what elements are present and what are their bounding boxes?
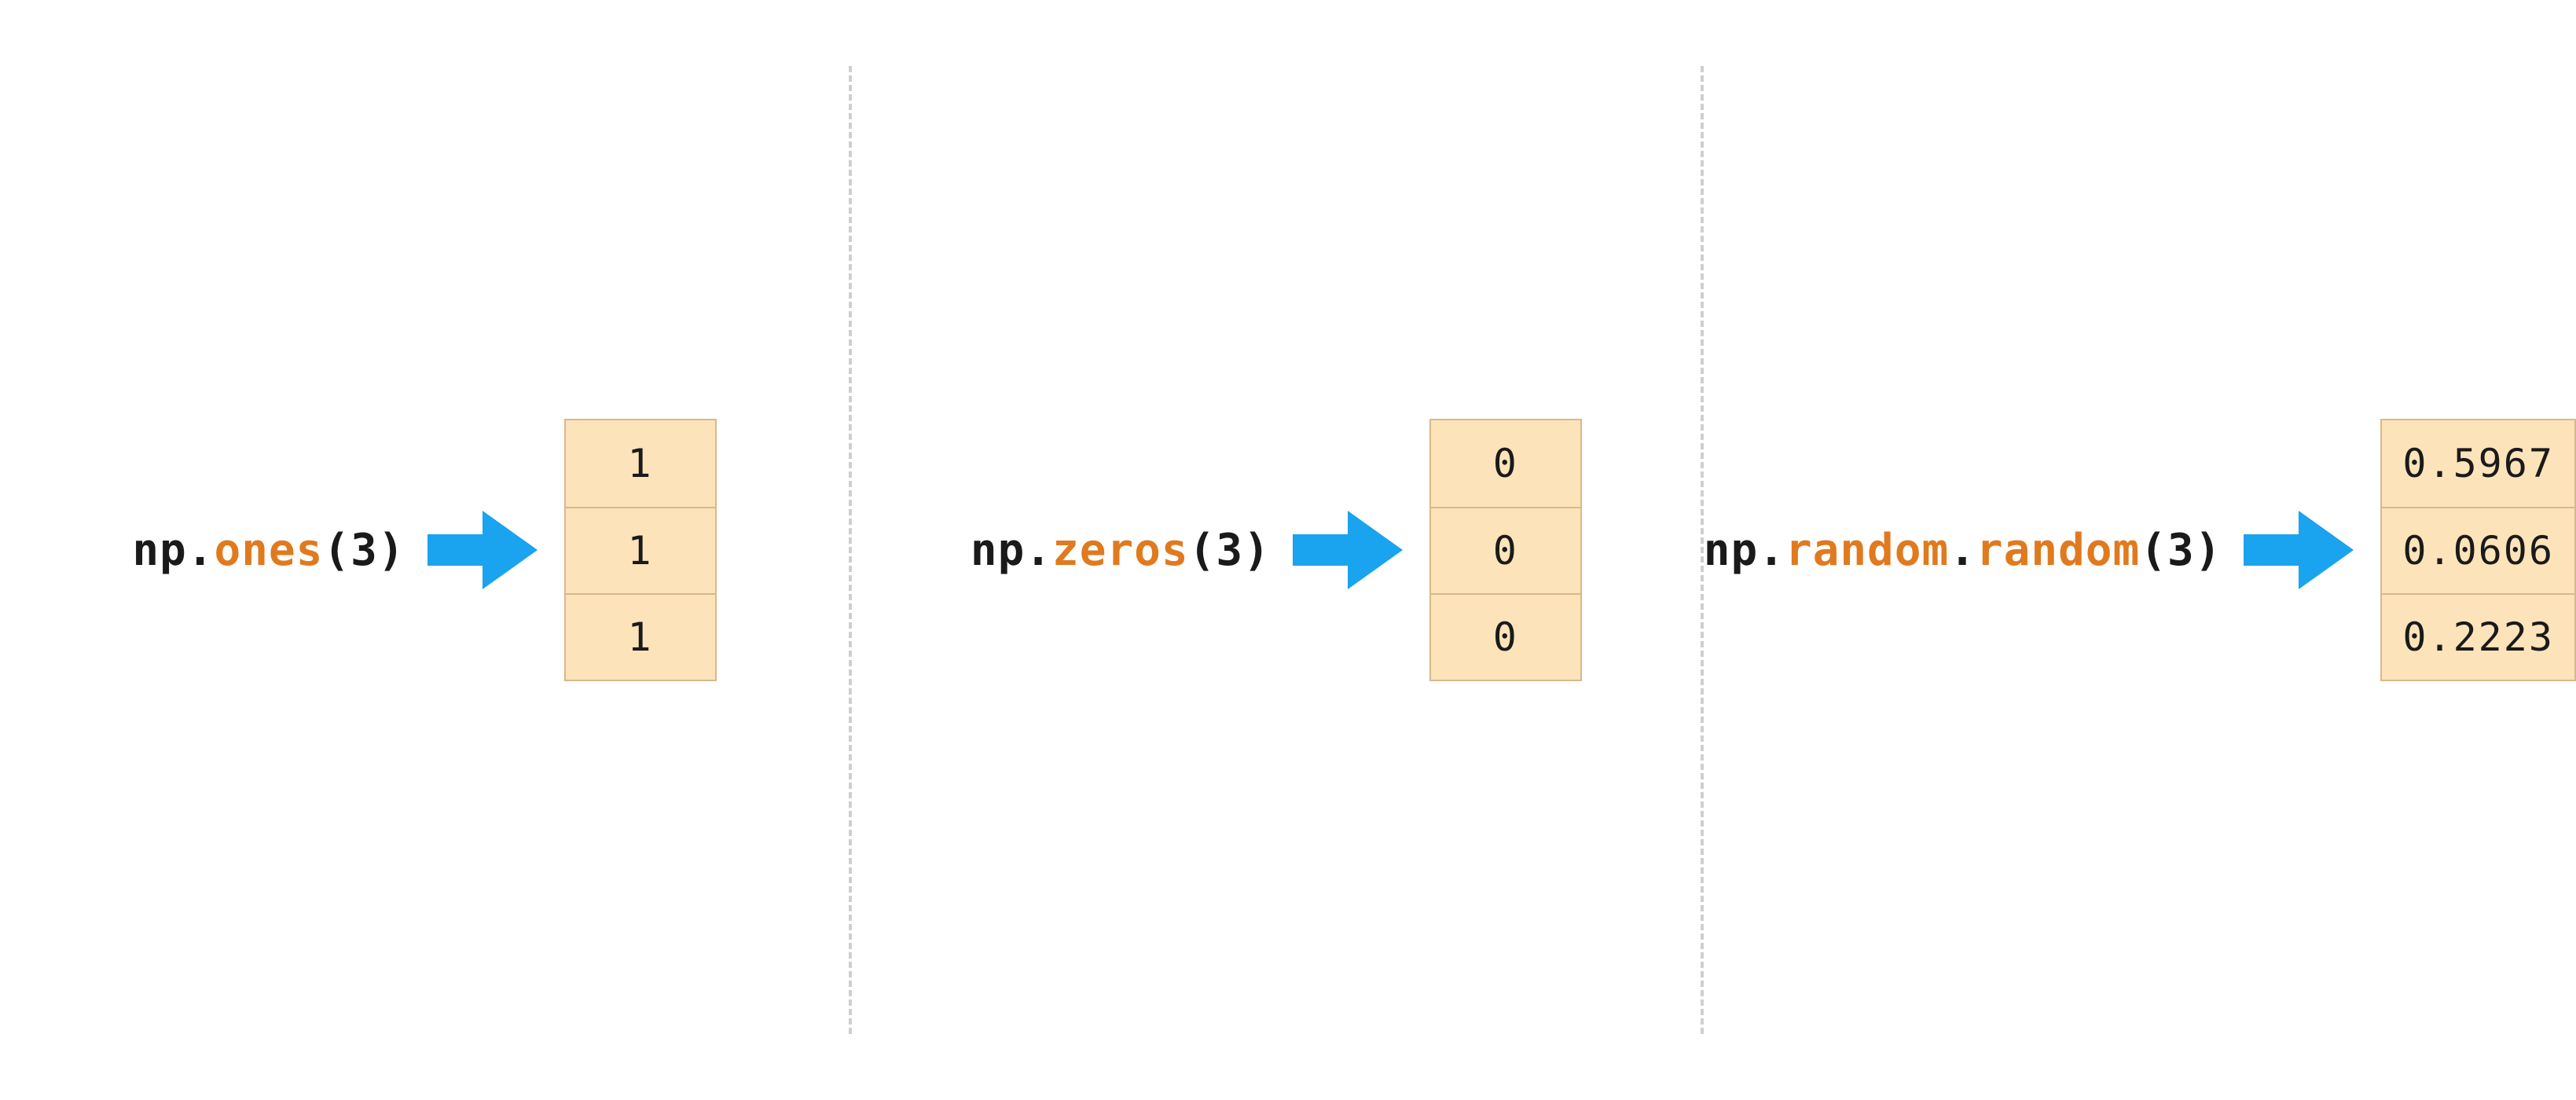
code-lp: ( — [323, 525, 350, 576]
array-cell: 0 — [1431, 593, 1580, 680]
code-dot: . — [1025, 525, 1052, 576]
arrow-icon — [2244, 503, 2354, 597]
code-func: random — [1976, 525, 2140, 576]
array-random: 0.5967 0.0606 0.2223 — [2380, 419, 2576, 681]
arrow-icon — [1293, 503, 1403, 597]
code-func: ones — [215, 525, 324, 576]
array-zeros: 0 0 0 — [1429, 419, 1582, 681]
code-dot: . — [1758, 525, 1785, 576]
code-arg: 3 — [2167, 525, 2195, 576]
array-ones: 1 1 1 — [564, 419, 717, 681]
code-np: np — [971, 525, 1025, 576]
code-ones: np.ones(3) — [132, 525, 405, 576]
arrow-icon — [427, 503, 538, 597]
code-module: random — [1785, 525, 1949, 576]
array-cell: 1 — [566, 420, 715, 507]
array-cell: 0.5967 — [2382, 420, 2574, 507]
code-dot: . — [187, 525, 215, 576]
code-np: np — [132, 525, 186, 576]
panel-ones: np.ones(3) 1 1 1 — [0, 0, 849, 1100]
array-cell: 0.2223 — [2382, 593, 2574, 680]
code-rp: ) — [378, 525, 405, 576]
diagram-root: np.ones(3) 1 1 1 np.zeros(3) — [0, 0, 2576, 1100]
array-cell: 0 — [1431, 420, 1580, 507]
panel-group: np.ones(3) 1 1 1 — [132, 419, 716, 681]
code-zeros: np.zeros(3) — [971, 525, 1271, 576]
panel-random: np.random.random(3) 0.5967 0.0606 0.2223 — [1704, 0, 2576, 1100]
code-func: zeros — [1052, 525, 1189, 576]
panel-group: np.zeros(3) 0 0 0 — [971, 419, 1582, 681]
array-cell: 1 — [566, 593, 715, 680]
code-lp: ( — [2140, 525, 2167, 576]
code-np: np — [1704, 525, 1758, 576]
code-lp: ( — [1189, 525, 1216, 576]
code-dot: . — [1949, 525, 1976, 576]
array-cell: 0.0606 — [2382, 507, 2574, 593]
code-arg: 3 — [1216, 525, 1243, 576]
code-rp: ) — [1243, 525, 1271, 576]
array-cell: 0 — [1431, 507, 1580, 593]
panel-zeros: np.zeros(3) 0 0 0 — [852, 0, 1701, 1100]
code-rp: ) — [2195, 525, 2222, 576]
panel-group: np.random.random(3) 0.5967 0.0606 0.2223 — [1704, 419, 2576, 681]
array-cell: 1 — [566, 507, 715, 593]
code-random: np.random.random(3) — [1704, 525, 2222, 576]
code-arg: 3 — [350, 525, 378, 576]
